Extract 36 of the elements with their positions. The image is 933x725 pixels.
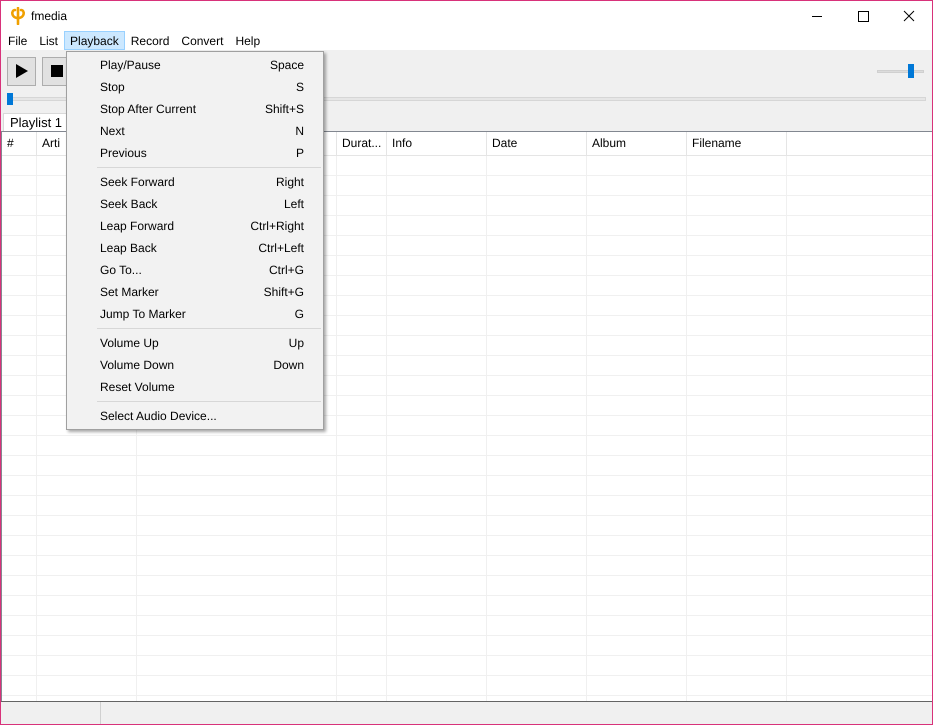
column-header[interactable]: Date xyxy=(487,132,587,155)
volume-slider-thumb[interactable] xyxy=(908,64,914,78)
play-icon xyxy=(14,63,28,79)
seek-slider-thumb[interactable] xyxy=(7,93,13,105)
menu-item[interactable]: Volume Down Down xyxy=(67,354,323,376)
menu-item[interactable]: Previous P xyxy=(67,142,323,164)
menu-item[interactable]: Leap Back Ctrl+Left xyxy=(67,237,323,259)
menu-item[interactable]: Go To... Ctrl+G xyxy=(67,259,323,281)
menu-bar-item[interactable]: Playback xyxy=(64,31,125,50)
menu-bar-item[interactable]: Record xyxy=(124,31,176,50)
menu-item[interactable]: Stop S xyxy=(67,76,323,98)
menu-bar-item[interactable]: List xyxy=(33,31,64,50)
stop-icon xyxy=(50,65,62,77)
menu-item[interactable]: Seek Back Left xyxy=(67,193,323,215)
menu-item[interactable]: Play/Pause Space xyxy=(67,54,323,76)
menu-item[interactable]: Select Audio Device... xyxy=(67,405,323,427)
menu-item[interactable]: Set Marker Shift+G xyxy=(67,281,323,303)
column-header[interactable]: # xyxy=(2,132,37,155)
play-button[interactable] xyxy=(7,56,36,86)
menu-bar-item[interactable]: Convert xyxy=(175,31,230,50)
volume-slider[interactable] xyxy=(877,64,924,78)
column-header[interactable]: Durat... xyxy=(337,132,387,155)
menu-item[interactable]: Stop After Current Shift+S xyxy=(67,98,323,120)
menu-item[interactable]: Seek Forward Right xyxy=(67,171,323,193)
menu-item[interactable]: Volume Up Up xyxy=(67,332,323,354)
menu-item[interactable]: Jump To Marker G xyxy=(67,303,323,325)
app-logo-icon xyxy=(10,7,26,25)
menu-bar-item[interactable]: Help xyxy=(229,31,266,50)
window-title: fmedia xyxy=(31,9,68,23)
column-header[interactable]: Info xyxy=(387,132,487,155)
menu-bar-item[interactable]: File xyxy=(2,31,34,50)
menu-item[interactable]: Leap Forward Ctrl+Right xyxy=(67,215,323,237)
menu-item[interactable]: Next N xyxy=(67,120,323,142)
column-header[interactable]: Album xyxy=(587,132,687,155)
column-header[interactable]: Filename xyxy=(687,132,787,155)
menu-item[interactable]: Reset Volume xyxy=(67,376,323,398)
